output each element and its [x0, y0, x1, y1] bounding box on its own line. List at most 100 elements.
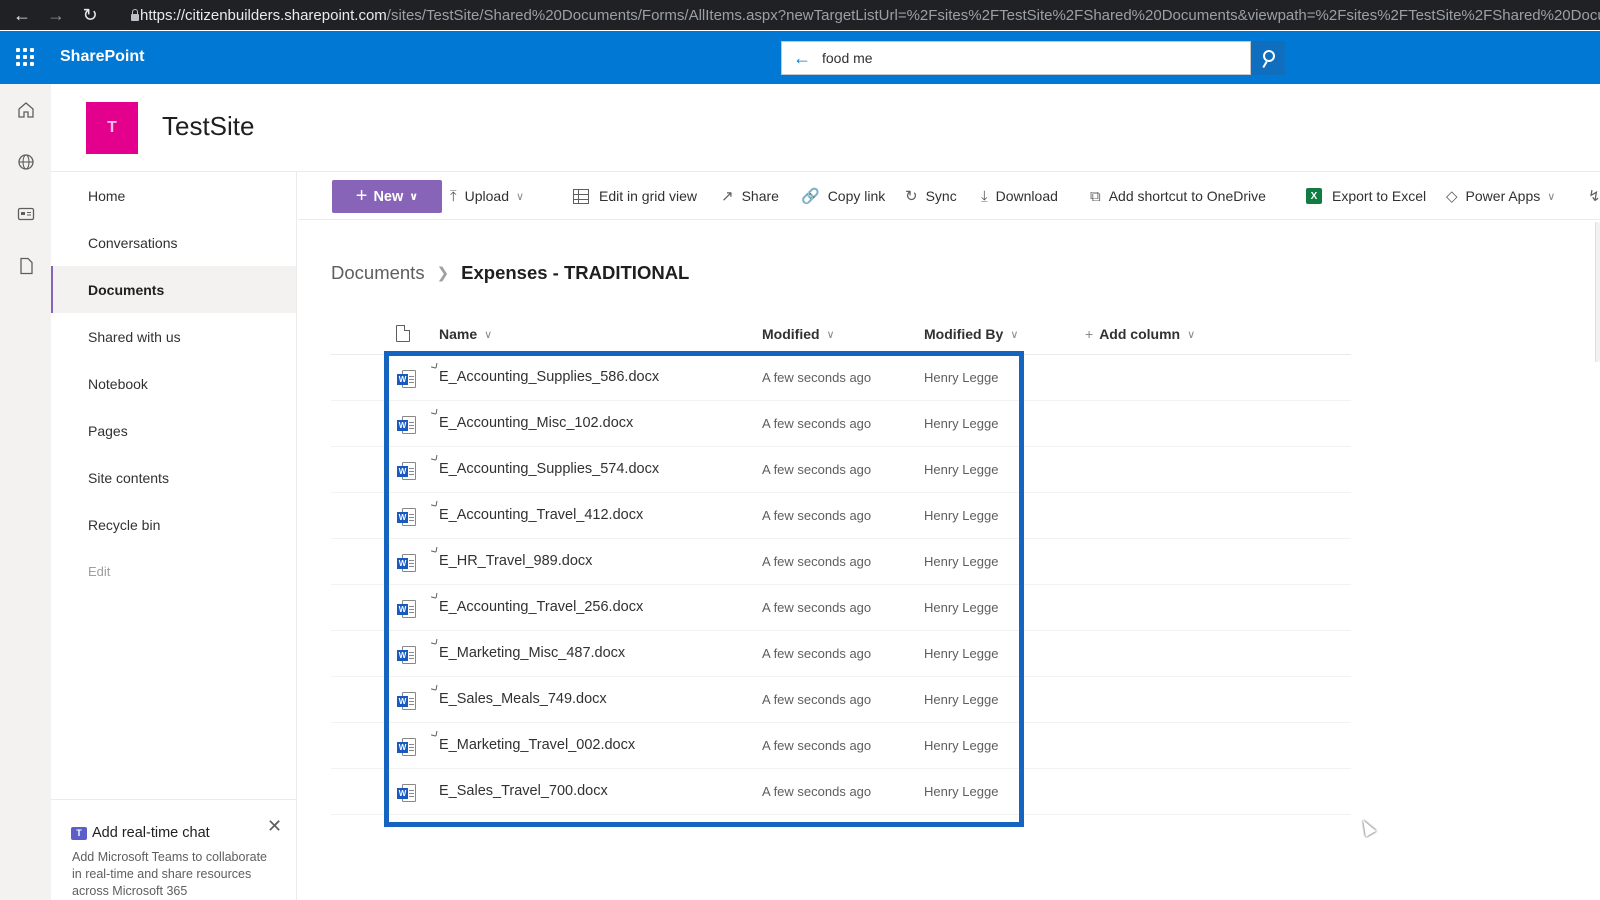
- table-row[interactable]: W E_HR_Travel_989.docx A few seconds ago…: [331, 539, 1351, 585]
- column-header-modified-by[interactable]: Modified By ∨: [924, 313, 1018, 355]
- file-name-link[interactable]: E_HR_Travel_989.docx: [439, 553, 592, 569]
- modified-by-cell[interactable]: Henry Legge: [924, 646, 998, 661]
- news-icon[interactable]: [17, 205, 35, 223]
- modified-by-cell[interactable]: Henry Legge: [924, 738, 998, 753]
- plus-icon: +: [1085, 326, 1094, 342]
- modified-by-cell[interactable]: Henry Legge: [924, 462, 998, 477]
- back-arrow-icon[interactable]: ←: [10, 3, 34, 27]
- sync-label: Sync: [925, 188, 957, 204]
- address-bar[interactable]: https://citizenbuilders.sharepoint.com/s…: [118, 2, 1600, 28]
- close-icon[interactable]: ✕: [267, 816, 282, 837]
- modified-by-cell[interactable]: Henry Legge: [924, 600, 998, 615]
- nav-item-recycle-bin[interactable]: Recycle bin: [51, 501, 296, 548]
- forward-arrow-icon[interactable]: →: [44, 3, 68, 27]
- modified-by-cell[interactable]: Henry Legge: [924, 508, 998, 523]
- breadcrumb-current-folder[interactable]: Expenses - TRADITIONAL: [461, 262, 689, 284]
- file-name-link[interactable]: E_Accounting_Travel_256.docx: [439, 599, 643, 615]
- add-shortcut-button[interactable]: ⧉ Add shortcut to OneDrive: [1090, 172, 1266, 220]
- shortcut-icon: ⧉: [1090, 187, 1101, 205]
- modified-cell: A few seconds ago: [762, 784, 872, 799]
- column-header-modified[interactable]: Modified ∨: [762, 313, 835, 355]
- table-row[interactable]: W E_Marketing_Misc_487.docx A few second…: [331, 631, 1351, 677]
- reload-icon[interactable]: ↻: [78, 3, 102, 27]
- nav-item-documents[interactable]: Documents: [51, 266, 296, 313]
- url-path: /sites/TestSite/Shared%20Documents/Forms…: [386, 6, 1600, 24]
- copy-link-label: Copy link: [827, 188, 886, 204]
- upload-button[interactable]: ⤒ Upload ∨: [450, 172, 524, 220]
- file-name-link[interactable]: E_Accounting_Supplies_574.docx: [439, 461, 659, 477]
- modified-cell: A few seconds ago: [762, 646, 872, 661]
- chat-card-title[interactable]: Add real-time chat: [92, 825, 210, 841]
- url-host: https://citizenbuilders.sharepoint.com: [140, 6, 387, 24]
- table-row[interactable]: W E_Accounting_Travel_256.docx A few sec…: [331, 585, 1351, 631]
- modified-by-cell[interactable]: Henry Legge: [924, 370, 998, 385]
- upload-icon: ⤒: [450, 187, 457, 205]
- search-box: ←: [781, 41, 1251, 75]
- nav-edit-link[interactable]: Edit: [51, 548, 296, 595]
- chevron-down-icon: ∨: [1010, 328, 1019, 341]
- file-name-link[interactable]: E_Accounting_Travel_412.docx: [439, 507, 643, 523]
- modified-by-cell[interactable]: Henry Legge: [924, 784, 998, 799]
- command-bar: + New ∨ ⤒ Upload ∨ Edit in grid view ↗ S…: [298, 172, 1600, 220]
- sync-button[interactable]: ↻ Sync: [905, 172, 957, 220]
- sharepoint-brand-link[interactable]: SharePoint: [60, 48, 144, 66]
- chevron-right-icon: ❯: [436, 265, 450, 282]
- file-name-link[interactable]: E_Sales_Travel_700.docx: [439, 783, 608, 799]
- add-column-button[interactable]: + Add column ∨: [1085, 313, 1195, 355]
- file-name-link[interactable]: E_Accounting_Misc_102.docx: [439, 415, 633, 431]
- file-name-link[interactable]: E_Accounting_Supplies_586.docx: [439, 369, 659, 385]
- modified-by-cell[interactable]: Henry Legge: [924, 554, 998, 569]
- details-pane-edge: [1595, 222, 1600, 362]
- home-icon[interactable]: [17, 101, 35, 119]
- table-row[interactable]: W E_Accounting_Supplies_586.docx A few s…: [331, 355, 1351, 401]
- site-logo[interactable]: T: [86, 102, 138, 154]
- nav-item-pages[interactable]: Pages: [51, 407, 296, 454]
- modified-by-cell[interactable]: Henry Legge: [924, 416, 998, 431]
- breadcrumb-documents[interactable]: Documents: [331, 262, 425, 284]
- table-row[interactable]: W E_Accounting_Misc_102.docx A few secon…: [331, 401, 1351, 447]
- column-name-label: Name: [439, 326, 478, 342]
- new-button[interactable]: + New ∨: [332, 180, 442, 213]
- new-button-label: New: [373, 188, 404, 205]
- table-row[interactable]: W E_Sales_Travel_700.docx A few seconds …: [331, 769, 1351, 815]
- download-button[interactable]: ⤓ Download: [981, 172, 1058, 220]
- file-name-link[interactable]: E_Marketing_Travel_002.docx: [439, 737, 635, 753]
- download-icon: ⤓: [981, 187, 988, 205]
- nav-item-notebook[interactable]: Notebook: [51, 360, 296, 407]
- nav-item-site-contents[interactable]: Site contents: [51, 454, 296, 501]
- automate-button[interactable]: ↯: [1588, 172, 1600, 220]
- file-name-link[interactable]: E_Marketing_Misc_487.docx: [439, 645, 625, 661]
- file-icon[interactable]: [17, 257, 35, 275]
- search-button[interactable]: [1251, 41, 1285, 75]
- search-back-arrow-icon[interactable]: ←: [782, 48, 822, 69]
- list-header: Name ∨ Modified ∨ Modified By ∨ + Add co…: [331, 313, 1351, 355]
- modified-cell: A few seconds ago: [762, 416, 872, 431]
- table-row[interactable]: W E_Sales_Meals_749.docx A few seconds a…: [331, 677, 1351, 723]
- browser-toolbar: ← → ↻ https://citizenbuilders.sharepoint…: [0, 0, 1600, 30]
- edit-grid-view-button[interactable]: Edit in grid view: [573, 172, 697, 220]
- share-button[interactable]: ↗ Share: [721, 172, 779, 220]
- excel-icon: X: [1306, 188, 1322, 204]
- app-launcher-icon[interactable]: [16, 48, 34, 66]
- site-title[interactable]: TestSite: [162, 111, 255, 142]
- export-excel-button[interactable]: X Export to Excel: [1306, 172, 1426, 220]
- file-type-icon[interactable]: [396, 325, 410, 342]
- power-apps-button[interactable]: ◇ Power Apps ∨: [1446, 172, 1555, 220]
- column-header-name[interactable]: Name ∨: [439, 313, 492, 355]
- table-row[interactable]: W E_Accounting_Travel_412.docx A few sec…: [331, 493, 1351, 539]
- export-excel-label: Export to Excel: [1332, 188, 1427, 204]
- search-input[interactable]: [822, 50, 1222, 66]
- power-apps-icon: ◇: [1446, 188, 1458, 205]
- copy-link-button[interactable]: 🔗 Copy link: [801, 172, 885, 220]
- table-row[interactable]: W E_Accounting_Supplies_574.docx A few s…: [331, 447, 1351, 493]
- word-file-icon: W: [397, 370, 417, 388]
- nav-item-shared-with-us[interactable]: Shared with us: [51, 313, 296, 360]
- nav-item-home[interactable]: Home: [51, 172, 296, 219]
- nav-item-conversations[interactable]: Conversations: [51, 219, 296, 266]
- globe-icon[interactable]: [17, 153, 35, 171]
- file-name-link[interactable]: E_Sales_Meals_749.docx: [439, 691, 607, 707]
- chevron-down-icon: ∨: [484, 328, 493, 341]
- column-modified-label: Modified: [762, 326, 820, 342]
- table-row[interactable]: W E_Marketing_Travel_002.docx A few seco…: [331, 723, 1351, 769]
- modified-by-cell[interactable]: Henry Legge: [924, 692, 998, 707]
